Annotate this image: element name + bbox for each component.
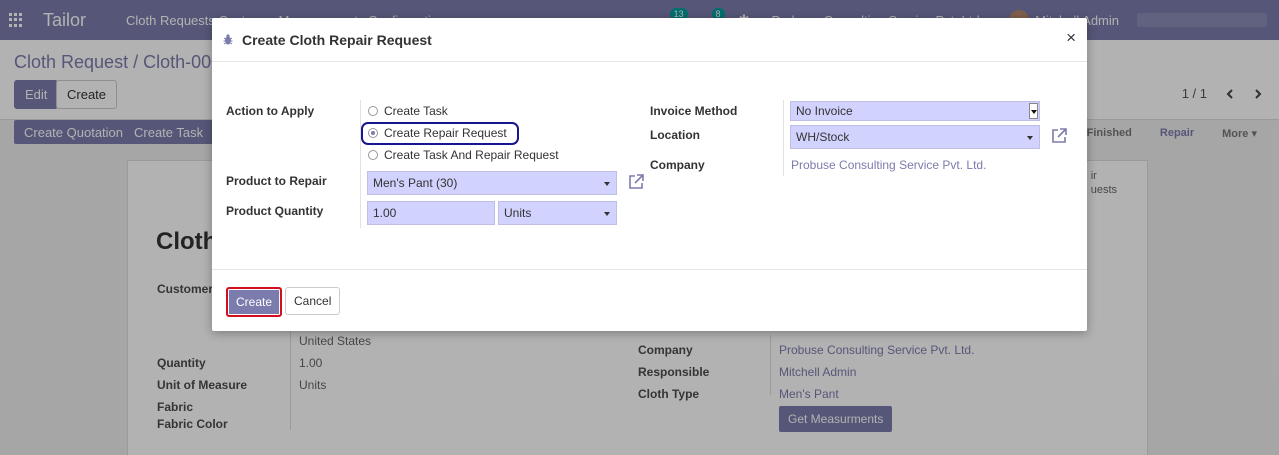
company-label: Company xyxy=(650,158,705,172)
uom-select[interactable]: Units xyxy=(498,201,617,225)
dialog-header: Create Cloth Repair Request × xyxy=(212,18,1087,62)
radio-button[interactable] xyxy=(368,150,378,160)
external-link-icon[interactable] xyxy=(1050,127,1068,145)
external-link-icon[interactable] xyxy=(627,173,645,191)
company-value[interactable]: Probuse Consulting Service Pvt. Ltd. xyxy=(791,158,986,172)
product-select[interactable]: Men's Pant (30) xyxy=(367,171,617,195)
chevron-down-icon xyxy=(604,212,610,216)
radio-label: Create Task xyxy=(384,104,448,118)
dialog-footer: Create Cancel xyxy=(212,269,1087,331)
dialog-title: Create Cloth Repair Request xyxy=(242,31,432,48)
dialog-body: Action to Apply Create Task Create Repai… xyxy=(212,62,1087,269)
chevron-down-icon xyxy=(1029,103,1038,119)
radio-create-task-and-repair[interactable]: Create Task And Repair Request xyxy=(368,148,559,162)
location-select-value: WH/Stock xyxy=(796,130,850,144)
invoice-method-value: No Invoice xyxy=(796,104,853,118)
product-select-value: Men's Pant (30) xyxy=(373,176,458,190)
radio-create-task[interactable]: Create Task xyxy=(368,104,448,118)
quantity-input[interactable]: 1.00 xyxy=(367,201,495,225)
radio-label: Create Task And Repair Request xyxy=(384,148,559,162)
radio-label: Create Repair Request xyxy=(384,126,507,140)
radio-create-repair-request[interactable]: Create Repair Request xyxy=(368,126,507,140)
product-to-repair-label: Product to Repair xyxy=(226,174,327,188)
product-quantity-label: Product Quantity xyxy=(226,204,324,218)
chevron-down-icon xyxy=(1027,136,1033,140)
field-separator xyxy=(360,100,361,228)
field-separator xyxy=(783,100,784,176)
cancel-button[interactable]: Cancel xyxy=(285,287,341,315)
invoice-method-select[interactable]: No Invoice xyxy=(790,101,1040,121)
radio-button-selected[interactable] xyxy=(368,128,378,138)
action-to-apply-label: Action to Apply xyxy=(226,104,315,118)
uom-select-value: Units xyxy=(504,206,532,220)
location-label: Location xyxy=(650,128,700,142)
invoice-method-label: Invoice Method xyxy=(650,104,738,118)
create-button[interactable]: Create xyxy=(226,287,283,317)
quantity-input-value: 1.00 xyxy=(373,206,397,220)
bug-icon xyxy=(223,34,233,45)
create-repair-request-dialog: Create Cloth Repair Request × Action to … xyxy=(212,18,1087,331)
close-icon[interactable]: × xyxy=(1066,29,1076,46)
chevron-down-icon xyxy=(604,182,610,186)
radio-button[interactable] xyxy=(368,106,378,116)
location-select[interactable]: WH/Stock xyxy=(790,125,1040,149)
